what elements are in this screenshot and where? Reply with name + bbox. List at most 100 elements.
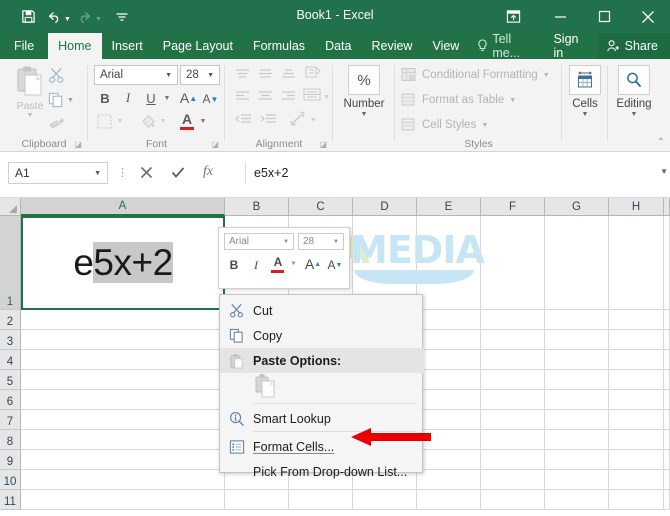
column-header-g[interactable]: G bbox=[545, 198, 609, 216]
align-left-button[interactable] bbox=[233, 88, 251, 104]
cell-h4[interactable] bbox=[609, 350, 664, 370]
row-header-7[interactable]: 7 bbox=[0, 410, 21, 430]
increase-indent-button[interactable] bbox=[258, 111, 278, 127]
cell-h9[interactable] bbox=[609, 450, 664, 470]
cell-i5[interactable] bbox=[664, 370, 670, 390]
tab-file[interactable]: File bbox=[0, 33, 49, 59]
underline-button[interactable]: U bbox=[142, 89, 160, 107]
active-cell-a1[interactable]: e5x+2 bbox=[21, 216, 225, 310]
cell-e3[interactable] bbox=[417, 330, 481, 350]
cell-f9[interactable] bbox=[481, 450, 545, 470]
column-header-c[interactable]: C bbox=[289, 198, 353, 216]
cell-h5[interactable] bbox=[609, 370, 664, 390]
tell-me-box[interactable]: Tell me... bbox=[469, 32, 543, 60]
cell-a8[interactable] bbox=[21, 430, 225, 450]
copy-dropdown-icon[interactable]: ▼ bbox=[67, 97, 74, 104]
cell-h8[interactable] bbox=[609, 430, 664, 450]
editing-button[interactable]: Editing ▼ bbox=[612, 63, 656, 135]
row-header-1[interactable]: 1 bbox=[0, 216, 21, 310]
cell-i1[interactable] bbox=[664, 216, 670, 310]
cell-f11[interactable] bbox=[481, 490, 545, 510]
cell-f10[interactable] bbox=[481, 470, 545, 490]
cell-i4[interactable] bbox=[664, 350, 670, 370]
cell-h3[interactable] bbox=[609, 330, 664, 350]
cell-a4[interactable] bbox=[21, 350, 225, 370]
tab-view[interactable]: View bbox=[422, 33, 469, 59]
paste-keep-source-formatting-icon[interactable] bbox=[253, 372, 279, 400]
cell-e10[interactable] bbox=[417, 470, 481, 490]
decrease-indent-button[interactable] bbox=[233, 111, 253, 127]
italic-button[interactable]: I bbox=[119, 89, 137, 107]
row-header-11[interactable]: 11 bbox=[0, 490, 21, 510]
context-menu-item-cut[interactable]: Cut bbox=[220, 298, 424, 323]
tab-insert[interactable]: Insert bbox=[102, 33, 153, 59]
row-header-3[interactable]: 3 bbox=[0, 330, 21, 350]
cell-h2[interactable] bbox=[609, 310, 664, 330]
cell-g7[interactable] bbox=[545, 410, 609, 430]
cell-d11[interactable] bbox=[353, 490, 417, 510]
fill-color-button[interactable] bbox=[138, 111, 158, 131]
cell-e2[interactable] bbox=[417, 310, 481, 330]
cell-e11[interactable] bbox=[417, 490, 481, 510]
font-color-dropdown-icon[interactable]: ▼ bbox=[198, 115, 208, 127]
cell-f7[interactable] bbox=[481, 410, 545, 430]
minimize-icon[interactable] bbox=[538, 0, 582, 33]
mini-font-size-combo[interactable]: 28 ▼ bbox=[298, 233, 344, 250]
cell-i2[interactable] bbox=[664, 310, 670, 330]
column-header-e[interactable]: E bbox=[417, 198, 481, 216]
cell-g8[interactable] bbox=[545, 430, 609, 450]
cell-e6[interactable] bbox=[417, 390, 481, 410]
merge-and-center-button[interactable] bbox=[302, 86, 322, 104]
merge-dropdown-icon[interactable]: ▼ bbox=[322, 91, 331, 103]
row-header-9[interactable]: 9 bbox=[0, 450, 21, 470]
cell-a6[interactable] bbox=[21, 390, 225, 410]
cell-i3[interactable] bbox=[664, 330, 670, 350]
mini-shrink-font-button[interactable]: A ▼ bbox=[326, 256, 344, 274]
cell-g9[interactable] bbox=[545, 450, 609, 470]
insert-function-icon[interactable]: fx bbox=[203, 164, 213, 180]
grow-font-button[interactable]: A ▲ bbox=[180, 88, 197, 108]
cell-g11[interactable] bbox=[545, 490, 609, 510]
cell-e1[interactable] bbox=[417, 216, 481, 310]
maximize-icon[interactable] bbox=[582, 0, 626, 33]
underline-dropdown-icon[interactable]: ▼ bbox=[162, 92, 172, 104]
align-bottom-button[interactable] bbox=[279, 66, 297, 82]
align-right-button[interactable] bbox=[279, 88, 297, 104]
number-format-button[interactable]: % Number ▼ bbox=[342, 63, 386, 135]
font-size-combo[interactable]: 28 ▼ bbox=[180, 65, 220, 85]
cell-i8[interactable] bbox=[664, 430, 670, 450]
cell-f1[interactable] bbox=[481, 216, 545, 310]
cell-f5[interactable] bbox=[481, 370, 545, 390]
wrap-text-dropdown-icon[interactable]: ▼ bbox=[309, 114, 318, 126]
name-box[interactable]: A1 ▼ bbox=[8, 162, 108, 184]
cell-a7[interactable] bbox=[21, 410, 225, 430]
cell-c11[interactable] bbox=[289, 490, 353, 510]
cell-a11[interactable] bbox=[21, 490, 225, 510]
chevron-down-icon[interactable]: ▼ bbox=[582, 111, 589, 118]
borders-dropdown-icon[interactable]: ▼ bbox=[115, 115, 125, 127]
format-painter-button[interactable] bbox=[48, 116, 65, 131]
mini-font-name-combo[interactable]: Arial ▼ bbox=[224, 233, 294, 250]
mini-italic-button[interactable]: I bbox=[247, 256, 265, 274]
cells-button[interactable]: Cells ▼ bbox=[563, 63, 607, 135]
format-as-table-button[interactable]: Format as Table ▼ bbox=[401, 92, 516, 108]
cell-g6[interactable] bbox=[545, 390, 609, 410]
mini-font-color-button[interactable]: A bbox=[269, 254, 287, 270]
cell-i11[interactable] bbox=[664, 490, 670, 510]
tab-home[interactable]: Home bbox=[48, 33, 102, 59]
cell-a5[interactable] bbox=[21, 370, 225, 390]
mini-grow-font-button[interactable]: A ▲ bbox=[304, 255, 322, 273]
align-center-button[interactable] bbox=[256, 88, 274, 104]
mini-font-color-dropdown-icon[interactable]: ▼ bbox=[289, 258, 298, 270]
cell-b11[interactable] bbox=[225, 490, 289, 510]
align-top-button[interactable] bbox=[233, 66, 251, 82]
clipboard-dialog-launcher[interactable]: ◪ bbox=[74, 140, 82, 149]
cell-h10[interactable] bbox=[609, 470, 664, 490]
tab-data[interactable]: Data bbox=[315, 33, 361, 59]
shrink-font-button[interactable]: A ▼ bbox=[202, 89, 219, 109]
row-header-4[interactable]: 4 bbox=[0, 350, 21, 370]
cell-f4[interactable] bbox=[481, 350, 545, 370]
column-header-h[interactable]: H bbox=[609, 198, 664, 216]
cell-i10[interactable] bbox=[664, 470, 670, 490]
cancel-icon[interactable] bbox=[140, 166, 153, 179]
